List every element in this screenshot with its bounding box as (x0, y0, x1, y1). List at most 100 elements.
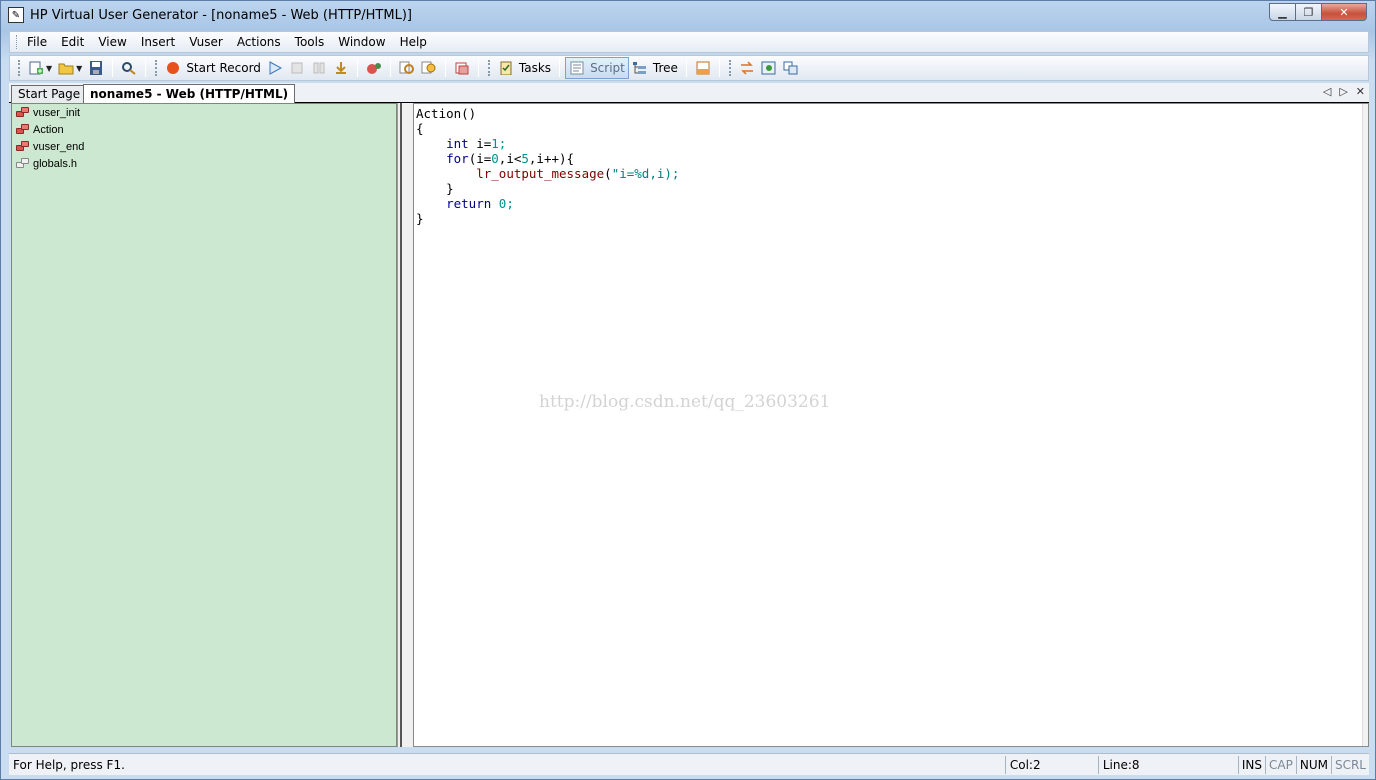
general-options-button[interactable] (780, 57, 802, 79)
toolbar-separator (112, 59, 114, 77)
menu-help[interactable]: Help (400, 35, 427, 49)
code-line: return 0; (446, 196, 514, 211)
status-line: Line:8 (1097, 755, 1238, 774)
start-record-button[interactable]: Start Record (162, 57, 264, 79)
restore-button[interactable]: ❐ (1295, 3, 1322, 21)
vugen-app-icon[interactable]: ✎ (8, 7, 24, 23)
tasks-clipboard-icon (500, 61, 512, 75)
save-icon (90, 61, 103, 75)
editor-scrollbar[interactable] (1362, 104, 1368, 746)
toolbar-separator (477, 59, 479, 77)
open-button[interactable]: ▼ (55, 57, 85, 79)
action-bricks-icon (16, 140, 30, 153)
tree-item-action[interactable]: Action (12, 121, 396, 138)
tab-scroll-left-icon[interactable]: ◁ (1323, 85, 1331, 98)
minimize-icon: ▁ (1278, 5, 1287, 19)
find-button[interactable] (118, 57, 140, 79)
output-window-icon (696, 61, 710, 75)
status-num: NUM (1295, 755, 1331, 774)
splitter-bar[interactable] (400, 103, 402, 747)
app-window: ✎ HP Virtual User Generator - [noname5 -… (0, 0, 1376, 780)
new-script-button[interactable]: ▼ (25, 57, 55, 79)
menu-file[interactable]: File (27, 35, 47, 49)
folder-open-icon (58, 63, 74, 75)
pause-icon (313, 62, 325, 74)
tree-view-label: Tree (652, 61, 678, 75)
header-file-icon (16, 157, 30, 170)
compile-button[interactable] (363, 57, 385, 79)
parameter-button[interactable] (396, 57, 418, 79)
tree-item-label: vuser_init (33, 106, 81, 119)
tree-item-vuser-init[interactable]: vuser_init (12, 104, 396, 121)
status-bar: For Help, press F1. Col:2 Line:8 INS CAP… (9, 753, 1369, 775)
toolbar-grip[interactable] (18, 60, 21, 76)
minimize-button[interactable]: ▁ (1269, 3, 1296, 21)
toolbar-grip[interactable] (487, 60, 491, 76)
toolbar-separator (356, 59, 358, 77)
output-window-button[interactable] (692, 57, 714, 79)
action-bricks-icon (16, 123, 30, 136)
search-icon (122, 62, 136, 75)
tree-item-globals[interactable]: globals.h (12, 155, 396, 172)
toolbar-separator (718, 59, 720, 77)
stop-button[interactable] (286, 57, 308, 79)
run-time-settings-icon (761, 61, 776, 75)
recording-options-button[interactable] (736, 57, 758, 79)
parameter-icon (399, 61, 414, 74)
document-tab-strip: Start Page noname5 - Web (HTTP/HTML) ◁ ▷… (9, 83, 1369, 104)
stop-icon (291, 62, 303, 74)
toolbar-separator (145, 59, 147, 77)
tree-view-button[interactable]: Tree (629, 57, 681, 79)
menu-view[interactable]: View (98, 35, 126, 49)
tasks-label: Tasks (518, 61, 552, 75)
code-line: lr_output_message("i=%d,i); (476, 166, 680, 181)
tab-start-page[interactable]: Start Page (11, 85, 88, 103)
menu-edit[interactable]: Edit (61, 35, 84, 49)
run-time-settings-button[interactable] (758, 57, 780, 79)
chevron-down-icon[interactable]: ▼ (46, 64, 52, 73)
snapshot-button[interactable] (451, 57, 473, 79)
title-bar[interactable]: ✎ HP Virtual User Generator - [noname5 -… (1, 1, 1375, 29)
status-scrl: SCRL (1330, 755, 1369, 774)
start-record-label: Start Record (186, 61, 261, 75)
pane-splitter[interactable] (397, 103, 413, 747)
status-help-text: For Help, press F1. (13, 757, 125, 772)
chevron-down-icon[interactable]: ▼ (76, 64, 82, 73)
menu-grip[interactable] (16, 35, 19, 49)
toolbar-separator (685, 59, 687, 77)
menu-tools[interactable]: Tools (295, 35, 325, 49)
save-button[interactable] (85, 57, 107, 79)
toolbar-separator (444, 59, 446, 77)
toolbar-grip[interactable] (155, 60, 158, 76)
status-ins: INS (1237, 755, 1265, 774)
tasks-button[interactable]: Tasks (495, 57, 554, 79)
menu-insert[interactable]: Insert (141, 35, 175, 49)
tree-item-vuser-end[interactable]: vuser_end (12, 138, 396, 155)
script-view-button[interactable]: Script (565, 57, 629, 79)
step-icon (335, 62, 346, 74)
step-button[interactable] (330, 57, 352, 79)
menu-window[interactable]: Window (338, 35, 385, 49)
toolbar-grip[interactable] (728, 60, 732, 76)
close-icon: ✕ (1339, 5, 1349, 19)
close-tab-icon[interactable]: ✕ (1356, 85, 1365, 98)
correlate-button[interactable] (418, 57, 440, 79)
restore-icon: ❐ (1303, 5, 1314, 19)
tab-scroll-right-icon[interactable]: ▷ (1339, 85, 1347, 98)
script-editor[interactable]: Action(){ int i=1; for(i=0,i<5,i++){ lr_… (413, 103, 1369, 747)
tree-item-label: vuser_end (33, 140, 85, 153)
run-button[interactable] (264, 57, 286, 79)
action-tree-pane: vuser_init Action vuser_end globals.h (11, 103, 397, 747)
script-view-label: Script (590, 61, 625, 75)
code-area[interactable]: Action(){ int i=1; for(i=0,i<5,i++){ lr_… (416, 106, 679, 226)
general-options-icon (783, 61, 798, 75)
menu-actions[interactable]: Actions (237, 35, 281, 49)
action-bricks-icon (16, 106, 30, 119)
tree-view-icon (632, 62, 646, 74)
tab-script[interactable]: noname5 - Web (HTTP/HTML) (83, 84, 296, 104)
menu-vuser[interactable]: Vuser (189, 35, 223, 49)
code-line: for(i=0,i<5,i++){ (446, 151, 575, 166)
window-controls: ▁ ❐ ✕ (1269, 3, 1367, 21)
close-button[interactable]: ✕ (1321, 3, 1367, 21)
pause-button[interactable] (308, 57, 330, 79)
